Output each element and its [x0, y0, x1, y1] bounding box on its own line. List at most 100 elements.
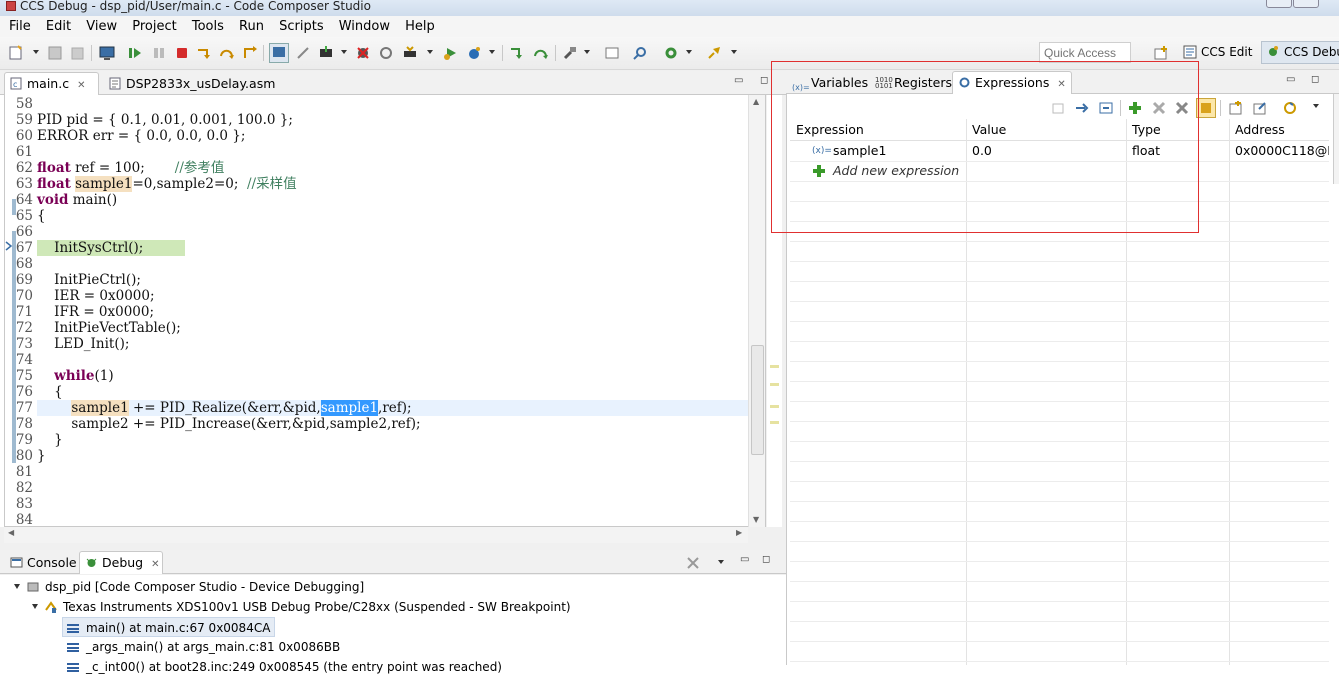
menu-edit[interactable]: Edit — [44, 16, 73, 37]
breakpoint-icon[interactable] — [355, 45, 371, 61]
tree-item-frame-c-int00[interactable]: _c_int00() at boot28.inc:249 0x008545 (t… — [62, 657, 502, 677]
pin-dropdown-icon[interactable] — [731, 50, 737, 54]
scroll-right-icon[interactable]: ▶ — [736, 528, 742, 537]
tree-item-frame-main[interactable]: main() at main.c:67 0x0084CA — [62, 617, 276, 637]
close-icon[interactable]: ✕ — [151, 559, 159, 570]
new-icon[interactable] — [8, 45, 24, 61]
code-line[interactable]: float sample1=0,sample2=0; //采样值 — [37, 176, 297, 192]
menu-tools[interactable]: Tools — [190, 16, 226, 37]
restart-icon[interactable] — [378, 45, 394, 61]
load-dropdown-icon[interactable] — [341, 50, 347, 54]
code-line[interactable]: IER = 0x0000; — [37, 288, 154, 304]
expand-icon[interactable] — [32, 604, 38, 609]
maximize-button[interactable] — [1293, 0, 1319, 8]
tree-item-frame-args-main[interactable]: _args_main() at args_main.c:81 0x0086BB — [62, 637, 340, 657]
tab-main-c[interactable]: c main.c ✕ — [4, 72, 99, 95]
debug-dropdown-icon[interactable] — [489, 50, 495, 54]
debug-icon[interactable] — [466, 45, 482, 61]
right-edge-scrollbar[interactable] — [1333, 94, 1339, 184]
menu-scripts[interactable]: Scripts — [277, 16, 325, 37]
code-line[interactable]: InitPieCtrl(); — [37, 272, 141, 288]
open-perspective-icon[interactable] — [1153, 45, 1169, 61]
step-return-icon[interactable] — [242, 45, 258, 61]
load-program-icon[interactable] — [318, 45, 334, 61]
step-into-src-icon[interactable] — [509, 45, 525, 61]
code-editor[interactable]: 58 59 PID pid = { 0.1, 0.01, 0.001, 100.0 … — [4, 95, 766, 527]
save-all-icon[interactable] — [69, 45, 85, 61]
maximize-icon[interactable]: ◻ — [762, 554, 770, 565]
code-line[interactable]: InitPieVectTable(); — [37, 320, 181, 336]
pin-icon[interactable] — [706, 45, 722, 61]
connect-icon[interactable] — [295, 45, 311, 61]
menu-window[interactable]: Window — [337, 16, 392, 37]
remove-all-terminated-icon[interactable] — [686, 556, 700, 570]
build-icon[interactable] — [562, 45, 578, 61]
tab-debug[interactable]: Debug ✕ — [79, 551, 163, 574]
code-line[interactable]: } — [37, 432, 63, 448]
resume-icon[interactable] — [127, 45, 143, 61]
code-line[interactable]: sample1 += PID_Realize(&err,&pid,sample1… — [37, 400, 412, 416]
maximize-icon[interactable]: ◻ — [1311, 74, 1319, 85]
refresh-active-icon[interactable] — [1196, 98, 1216, 118]
save-icon[interactable] — [47, 45, 63, 61]
code-line[interactable]: { — [37, 384, 63, 400]
tree-item-probe[interactable]: Texas Instruments XDS100v1 USB Debug Pro… — [32, 597, 571, 617]
new-window-icon[interactable] — [1228, 100, 1244, 116]
close-icon[interactable]: ✕ — [77, 80, 85, 91]
debug-view-icon[interactable] — [99, 45, 115, 61]
new-dropdown-icon[interactable] — [33, 50, 39, 54]
code-line[interactable]: { — [37, 208, 46, 224]
code-line[interactable]: void main() — [37, 192, 117, 208]
menu-view[interactable]: View — [84, 16, 119, 37]
target-icon[interactable] — [402, 45, 418, 61]
scroll-thumb[interactable] — [751, 345, 764, 455]
view-menu-icon[interactable] — [718, 560, 724, 564]
step-over-icon[interactable] — [219, 45, 235, 61]
assembly-step-icon[interactable] — [269, 43, 289, 63]
view-menu-icon[interactable] — [1313, 104, 1319, 108]
menu-project[interactable]: Project — [130, 16, 178, 37]
menu-run[interactable]: Run — [237, 16, 266, 37]
minimize-button[interactable] — [1266, 0, 1292, 8]
export-icon[interactable] — [1252, 100, 1268, 116]
quick-access-input[interactable] — [1039, 42, 1131, 63]
code-line[interactable]: while(1) — [37, 368, 113, 384]
suspend-icon[interactable] — [151, 45, 167, 61]
terminate-icon[interactable] — [174, 45, 190, 61]
code-line[interactable]: } — [37, 448, 46, 464]
expand-icon[interactable] — [14, 584, 20, 589]
step-into-icon[interactable] — [196, 45, 212, 61]
minimize-icon[interactable]: ▭ — [740, 554, 749, 565]
target-dropdown-icon[interactable] — [427, 50, 433, 54]
maximize-icon[interactable]: ◻ — [760, 75, 768, 86]
tree-item-session[interactable]: dsp_pid [Code Composer Studio - Device D… — [14, 577, 364, 597]
tab-dsp2833x-usdelay-asm[interactable]: DSP2833x_usDelay.asm — [103, 72, 283, 95]
step-over-src-icon[interactable] — [533, 45, 549, 61]
continuous-refresh-icon[interactable] — [1282, 100, 1298, 116]
code-line[interactable]: LED_Init(); — [37, 336, 129, 352]
gear-icon[interactable] — [663, 45, 679, 61]
menu-help[interactable]: Help — [403, 16, 437, 37]
editor-vertical-scrollbar[interactable]: ▲ ▼ — [748, 95, 765, 527]
tab-console[interactable]: Console — [4, 551, 78, 574]
scroll-down-icon[interactable]: ▼ — [753, 515, 759, 524]
open-console-icon[interactable] — [604, 45, 620, 61]
minimize-icon[interactable]: ▭ — [734, 75, 743, 86]
scroll-left-icon[interactable]: ◀ — [8, 528, 14, 537]
scroll-up-icon[interactable]: ▲ — [753, 97, 759, 106]
column-header-address[interactable]: Address — [1229, 119, 1329, 141]
minimize-icon[interactable]: ▭ — [1286, 74, 1295, 85]
code-line[interactable]: sample2 += PID_Increase(&err,&pid,sample… — [37, 416, 420, 432]
editor-horizontal-scrollbar[interactable]: ◀ ▶ — [4, 527, 748, 543]
code-line[interactable]: float ref = 100; //参考值 — [37, 160, 224, 176]
build-dropdown-icon[interactable] — [584, 50, 590, 54]
code-line[interactable]: InitSysCtrl(); — [37, 240, 143, 256]
gear-dropdown-icon[interactable] — [686, 50, 692, 54]
perspective-ccs-debug[interactable]: CCS Debu — [1261, 41, 1339, 64]
search-icon[interactable] — [632, 45, 648, 61]
code-line[interactable]: PID pid = { 0.1, 0.01, 0.001, 100.0 }; — [37, 112, 293, 128]
run-icon[interactable] — [443, 45, 459, 61]
code-line[interactable]: IFR = 0x0000; — [37, 304, 154, 320]
code-line[interactable]: ERROR err = { 0.0, 0.0, 0.0 }; — [37, 128, 245, 144]
menu-file[interactable]: File — [7, 16, 33, 37]
